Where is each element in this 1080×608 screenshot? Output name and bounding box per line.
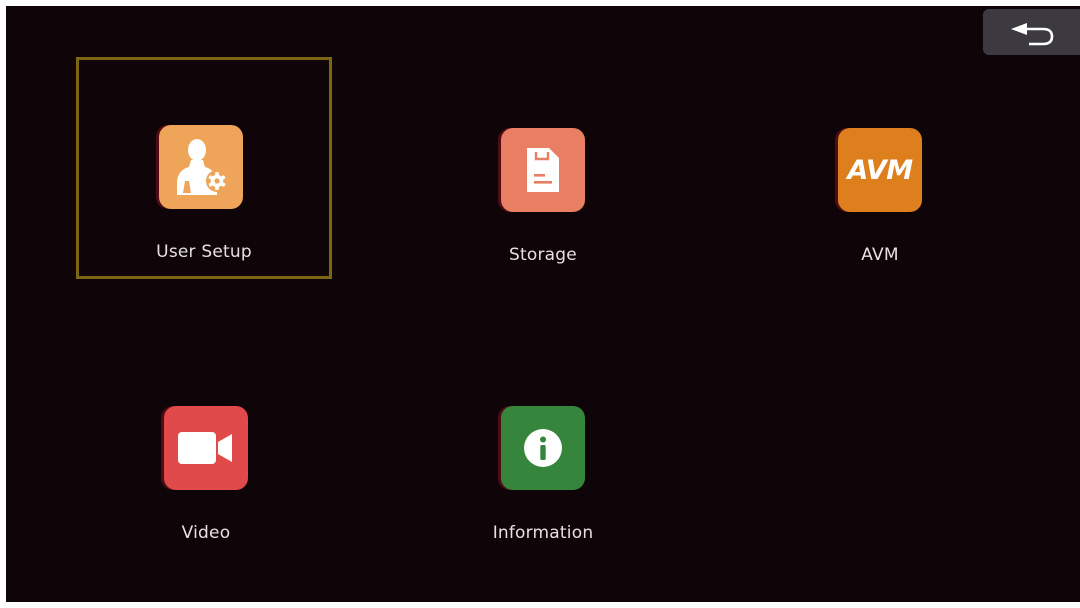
video-camera-icon [164, 406, 248, 490]
avm-icon-text: AVM [847, 154, 913, 186]
menu-item-avm[interactable]: AVM AVM [752, 60, 1008, 282]
user-settings-icon [159, 125, 243, 209]
menu-item-video[interactable]: Video [78, 338, 334, 560]
back-button[interactable] [983, 9, 1080, 55]
menu-item-label: Storage [509, 245, 577, 265]
document-icon [501, 128, 585, 212]
menu-item-label: User Setup [156, 242, 252, 262]
avm-icon: AVM [838, 128, 922, 212]
menu-item-information[interactable]: Information [415, 338, 671, 560]
menu-item-label: Information [492, 523, 594, 543]
menu-item-label: AVM [861, 245, 899, 265]
back-arrow-icon [1007, 17, 1057, 47]
menu-item-user-setup[interactable]: User Setup [76, 57, 332, 279]
main-menu-screen: User Setup Storage AVM AVM Video Informa… [6, 6, 1080, 602]
menu-item-label: Video [181, 523, 231, 543]
menu-item-storage[interactable]: Storage [415, 60, 671, 282]
info-icon [501, 406, 585, 490]
